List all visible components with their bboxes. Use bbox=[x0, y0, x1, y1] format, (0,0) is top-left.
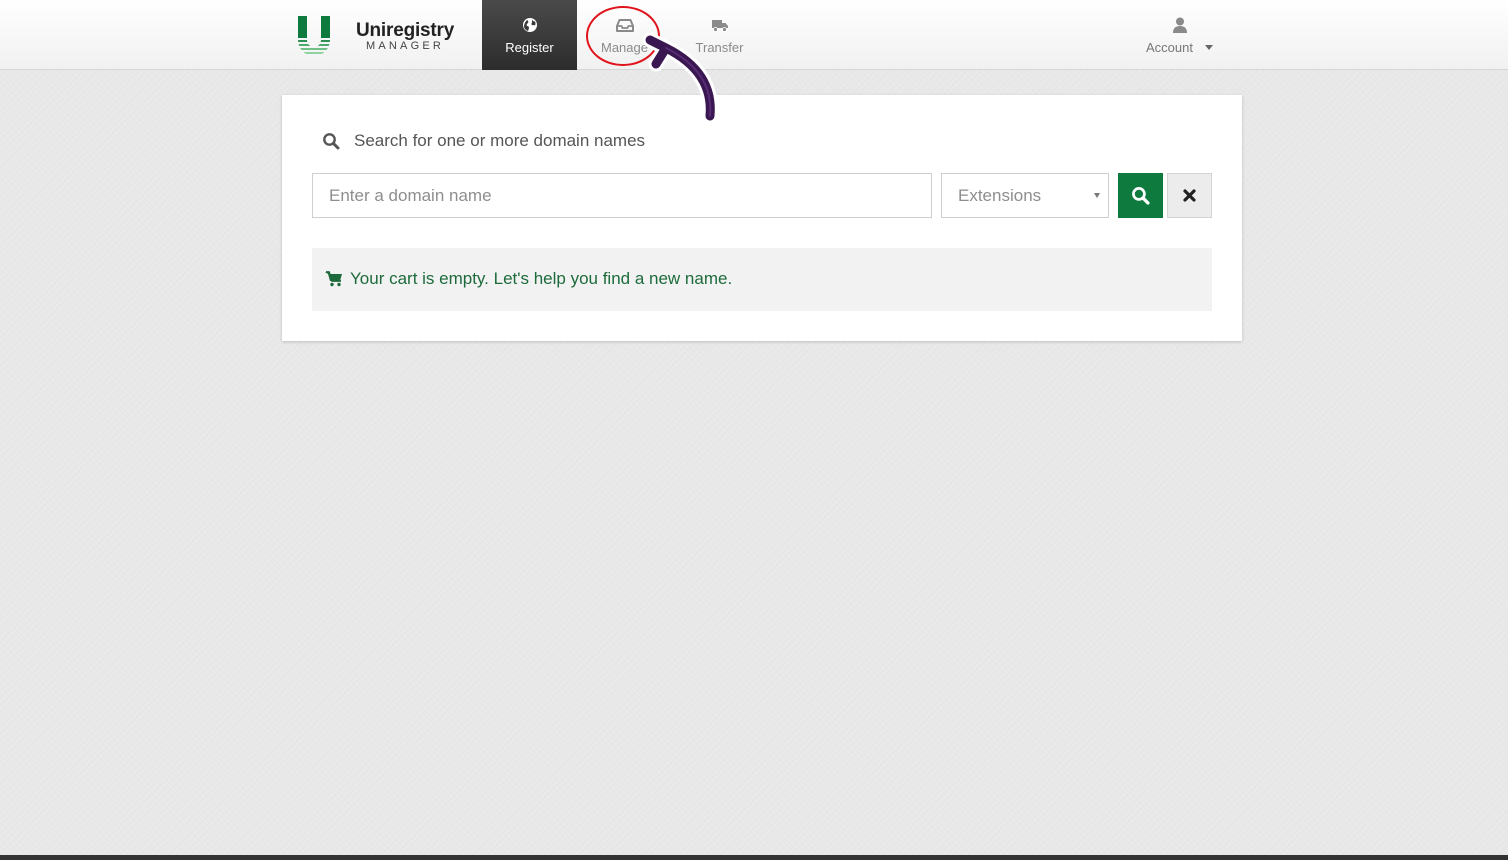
brand-name: Uniregistry bbox=[356, 20, 455, 41]
shopping-cart-icon bbox=[325, 271, 342, 287]
nav-tab-manage[interactable]: Manage bbox=[577, 0, 672, 70]
chevron-down-icon bbox=[1094, 193, 1100, 198]
user-icon bbox=[1173, 17, 1187, 33]
globe-icon bbox=[522, 18, 537, 32]
empty-cart-message: Your cart is empty. Let's help you find … bbox=[350, 269, 733, 288]
brand-subtitle: MANAGER bbox=[366, 40, 445, 52]
extensions-select-label: Extensions bbox=[958, 186, 1042, 205]
inbox-icon bbox=[615, 19, 634, 32]
empty-cart-alert: Your cart is empty. Let's help you find … bbox=[312, 248, 1212, 311]
truck-icon bbox=[711, 20, 728, 32]
bottom-bar bbox=[0, 855, 1508, 860]
nav-tab-register[interactable]: Register bbox=[482, 0, 577, 70]
nav-label-transfer: Transfer bbox=[695, 40, 744, 55]
domain-search-card: Search for one or more domain names Exte… bbox=[282, 95, 1242, 341]
brand-logo-link[interactable]: Uniregistry MANAGER bbox=[296, 14, 466, 56]
search-heading-text: Search for one or more domain names bbox=[354, 131, 646, 150]
uniregistry-logo-icon bbox=[298, 16, 330, 54]
account-label: Account bbox=[1146, 40, 1193, 55]
account-menu[interactable]: Account bbox=[1130, 0, 1230, 70]
search-icon bbox=[323, 133, 340, 150]
caret-down-icon bbox=[1205, 45, 1213, 50]
clear-button[interactable] bbox=[1167, 173, 1212, 218]
nav-tab-transfer[interactable]: Transfer bbox=[672, 0, 767, 70]
search-button[interactable] bbox=[1118, 173, 1163, 218]
domain-name-input[interactable] bbox=[312, 173, 932, 218]
top-nav-bar: Uniregistry MANAGER Register Manage Tran… bbox=[0, 0, 1508, 70]
nav-label-manage: Manage bbox=[601, 40, 648, 55]
search-icon bbox=[1132, 187, 1150, 205]
close-icon bbox=[1183, 189, 1196, 202]
nav-label-register: Register bbox=[505, 40, 554, 55]
extensions-select[interactable]: Extensions bbox=[941, 173, 1109, 218]
